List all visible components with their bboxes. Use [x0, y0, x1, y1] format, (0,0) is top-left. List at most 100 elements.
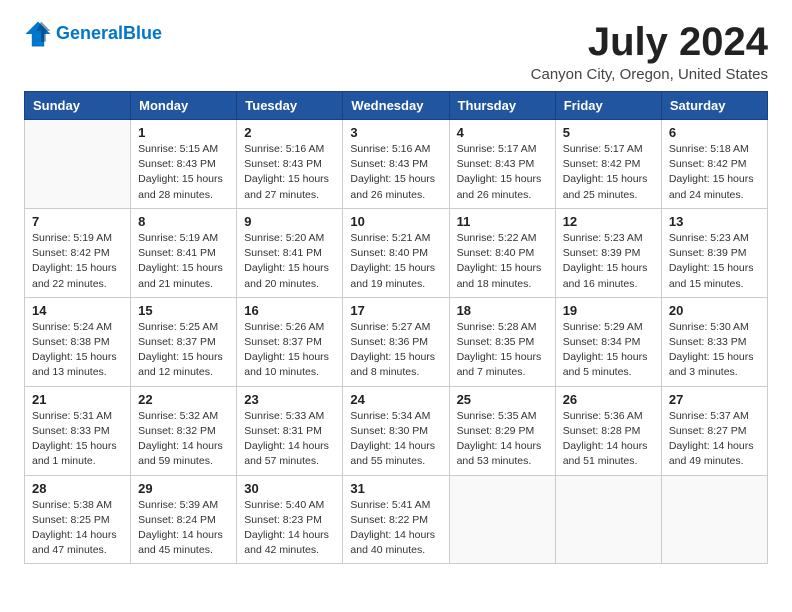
day-number: 15: [138, 303, 229, 318]
day-info: Sunrise: 5:16 AM Sunset: 8:43 PM Dayligh…: [350, 142, 441, 203]
day-info: Sunrise: 5:34 AM Sunset: 8:30 PM Dayligh…: [350, 409, 441, 470]
calendar-cell: 14Sunrise: 5:24 AM Sunset: 8:38 PM Dayli…: [25, 297, 131, 386]
day-info: Sunrise: 5:17 AM Sunset: 8:42 PM Dayligh…: [563, 142, 654, 203]
calendar-subtitle: Canyon City, Oregon, United States: [531, 66, 768, 83]
day-info: Sunrise: 5:15 AM Sunset: 8:43 PM Dayligh…: [138, 142, 229, 203]
calendar-cell: 9 Sunrise: 5:20 AM Sunset: 8:41 PM Daylig…: [237, 208, 343, 297]
calendar-cell: 16 Sunrise: 5:26 AM Sunset: 8:37 PM Dayli…: [237, 297, 343, 386]
calendar-cell: 18Sunrise: 5:28 AM Sunset: 8:35 PM Dayli…: [449, 297, 555, 386]
col-header-sunday: Sunday: [25, 92, 131, 120]
day-number: 5: [563, 125, 654, 140]
day-info: Sunrise: 5:35 AM Sunset: 8:29 PM Dayligh…: [457, 409, 548, 470]
day-number: 16: [244, 303, 335, 318]
day-info: Sunrise: 5:25 AM Sunset: 8:37 PM Dayligh…: [138, 320, 229, 381]
calendar-cell: 19 Sunrise: 5:29 AM Sunset: 8:34 PM Dayli…: [555, 297, 661, 386]
col-header-friday: Friday: [555, 92, 661, 120]
day-number: 31: [350, 481, 441, 496]
day-info: Sunrise: 5:40 AM Sunset: 8:23 PM Dayligh…: [244, 498, 335, 559]
day-info: Sunrise: 5:16 AM Sunset: 8:43 PM Dayligh…: [244, 142, 335, 203]
logo-blue: Blue: [123, 23, 162, 43]
day-number: 9: [244, 214, 335, 229]
calendar-cell: 5 Sunrise: 5:17 AM Sunset: 8:42 PM Daylig…: [555, 120, 661, 209]
title-section: July 2024 Canyon City, Oregon, United St…: [531, 20, 768, 83]
day-info: Sunrise: 5:32 AM Sunset: 8:32 PM Dayligh…: [138, 409, 229, 470]
day-number: 11: [457, 214, 548, 229]
calendar-title: July 2024: [531, 20, 768, 64]
calendar-cell: 7 Sunrise: 5:19 AM Sunset: 8:42 PM Daylig…: [25, 208, 131, 297]
day-info: Sunrise: 5:19 AM Sunset: 8:42 PM Dayligh…: [32, 231, 123, 292]
day-info: Sunrise: 5:21 AM Sunset: 8:40 PM Dayligh…: [350, 231, 441, 292]
day-number: 17: [350, 303, 441, 318]
calendar-cell: 3 Sunrise: 5:16 AM Sunset: 8:43 PM Daylig…: [343, 120, 449, 209]
day-info: Sunrise: 5:19 AM Sunset: 8:41 PM Dayligh…: [138, 231, 229, 292]
calendar-cell: 15 Sunrise: 5:25 AM Sunset: 8:37 PM Dayli…: [131, 297, 237, 386]
calendar-cell: 20 Sunrise: 5:30 AM Sunset: 8:33 PM Dayli…: [661, 297, 767, 386]
day-info: Sunrise: 5:22 AM Sunset: 8:40 PM Dayligh…: [457, 231, 548, 292]
day-info: Sunrise: 5:33 AM Sunset: 8:31 PM Dayligh…: [244, 409, 335, 470]
day-number: 25: [457, 392, 548, 407]
day-info: Sunrise: 5:20 AM Sunset: 8:41 PM Dayligh…: [244, 231, 335, 292]
calendar-cell: 13 Sunrise: 5:23 AM Sunset: 8:39 PM Dayli…: [661, 208, 767, 297]
day-number: 20: [669, 303, 760, 318]
day-number: 12: [563, 214, 654, 229]
day-info: Sunrise: 5:17 AM Sunset: 8:43 PM Dayligh…: [457, 142, 548, 203]
calendar-cell: 11 Sunrise: 5:22 AM Sunset: 8:40 PM Dayli…: [449, 208, 555, 297]
day-info: Sunrise: 5:36 AM Sunset: 8:28 PM Dayligh…: [563, 409, 654, 470]
calendar-week-row: 21 Sunrise: 5:31 AM Sunset: 8:33 PM Dayli…: [25, 386, 768, 475]
day-number: 26: [563, 392, 654, 407]
calendar-cell: 24 Sunrise: 5:34 AM Sunset: 8:30 PM Dayli…: [343, 386, 449, 475]
calendar-cell: 31 Sunrise: 5:41 AM Sunset: 8:22 PM Dayli…: [343, 475, 449, 564]
day-info: Sunrise: 5:26 AM Sunset: 8:37 PM Dayligh…: [244, 320, 335, 381]
calendar-cell: 26 Sunrise: 5:36 AM Sunset: 8:28 PM Dayli…: [555, 386, 661, 475]
day-number: 21: [32, 392, 123, 407]
calendar-cell: 2 Sunrise: 5:16 AM Sunset: 8:43 PM Daylig…: [237, 120, 343, 209]
calendar-cell: 8Sunrise: 5:19 AM Sunset: 8:41 PM Daylig…: [131, 208, 237, 297]
calendar-week-row: 14Sunrise: 5:24 AM Sunset: 8:38 PM Dayli…: [25, 297, 768, 386]
day-info: Sunrise: 5:28 AM Sunset: 8:35 PM Dayligh…: [457, 320, 548, 381]
calendar-cell: 22Sunrise: 5:32 AM Sunset: 8:32 PM Dayli…: [131, 386, 237, 475]
day-number: 19: [563, 303, 654, 318]
day-number: 14: [32, 303, 123, 318]
logo: GeneralBlue: [24, 20, 162, 48]
calendar-cell: 23 Sunrise: 5:33 AM Sunset: 8:31 PM Dayli…: [237, 386, 343, 475]
calendar-week-row: 28Sunrise: 5:38 AM Sunset: 8:25 PM Dayli…: [25, 475, 768, 564]
day-info: Sunrise: 5:39 AM Sunset: 8:24 PM Dayligh…: [138, 498, 229, 559]
day-number: 28: [32, 481, 123, 496]
calendar-cell: [555, 475, 661, 564]
day-number: 3: [350, 125, 441, 140]
day-info: Sunrise: 5:31 AM Sunset: 8:33 PM Dayligh…: [32, 409, 123, 470]
calendar-table: SundayMondayTuesdayWednesdayThursdayFrid…: [24, 91, 768, 564]
calendar-week-row: 7 Sunrise: 5:19 AM Sunset: 8:42 PM Daylig…: [25, 208, 768, 297]
day-info: Sunrise: 5:23 AM Sunset: 8:39 PM Dayligh…: [563, 231, 654, 292]
day-info: Sunrise: 5:29 AM Sunset: 8:34 PM Dayligh…: [563, 320, 654, 381]
day-info: Sunrise: 5:18 AM Sunset: 8:42 PM Dayligh…: [669, 142, 760, 203]
calendar-cell: 1Sunrise: 5:15 AM Sunset: 8:43 PM Daylig…: [131, 120, 237, 209]
calendar-cell: 27 Sunrise: 5:37 AM Sunset: 8:27 PM Dayli…: [661, 386, 767, 475]
col-header-monday: Monday: [131, 92, 237, 120]
header: GeneralBlue July 2024 Canyon City, Orego…: [24, 20, 768, 83]
calendar-cell: 6 Sunrise: 5:18 AM Sunset: 8:42 PM Daylig…: [661, 120, 767, 209]
day-info: Sunrise: 5:37 AM Sunset: 8:27 PM Dayligh…: [669, 409, 760, 470]
calendar-cell: 17Sunrise: 5:27 AM Sunset: 8:36 PM Dayli…: [343, 297, 449, 386]
calendar-cell: 29 Sunrise: 5:39 AM Sunset: 8:24 PM Dayli…: [131, 475, 237, 564]
day-number: 6: [669, 125, 760, 140]
calendar-cell: [661, 475, 767, 564]
day-info: Sunrise: 5:41 AM Sunset: 8:22 PM Dayligh…: [350, 498, 441, 559]
day-number: 24: [350, 392, 441, 407]
logo-icon: [24, 20, 52, 48]
day-number: 2: [244, 125, 335, 140]
day-number: 29: [138, 481, 229, 496]
calendar-cell: 30Sunrise: 5:40 AM Sunset: 8:23 PM Dayli…: [237, 475, 343, 564]
col-header-tuesday: Tuesday: [237, 92, 343, 120]
day-number: 13: [669, 214, 760, 229]
day-number: 7: [32, 214, 123, 229]
day-info: Sunrise: 5:30 AM Sunset: 8:33 PM Dayligh…: [669, 320, 760, 381]
day-number: 27: [669, 392, 760, 407]
day-number: 23: [244, 392, 335, 407]
day-info: Sunrise: 5:23 AM Sunset: 8:39 PM Dayligh…: [669, 231, 760, 292]
calendar-cell: 25 Sunrise: 5:35 AM Sunset: 8:29 PM Dayli…: [449, 386, 555, 475]
logo-general: General: [56, 23, 123, 43]
calendar-header-row: SundayMondayTuesdayWednesdayThursdayFrid…: [25, 92, 768, 120]
day-number: 10: [350, 214, 441, 229]
logo-text: GeneralBlue: [56, 24, 162, 44]
